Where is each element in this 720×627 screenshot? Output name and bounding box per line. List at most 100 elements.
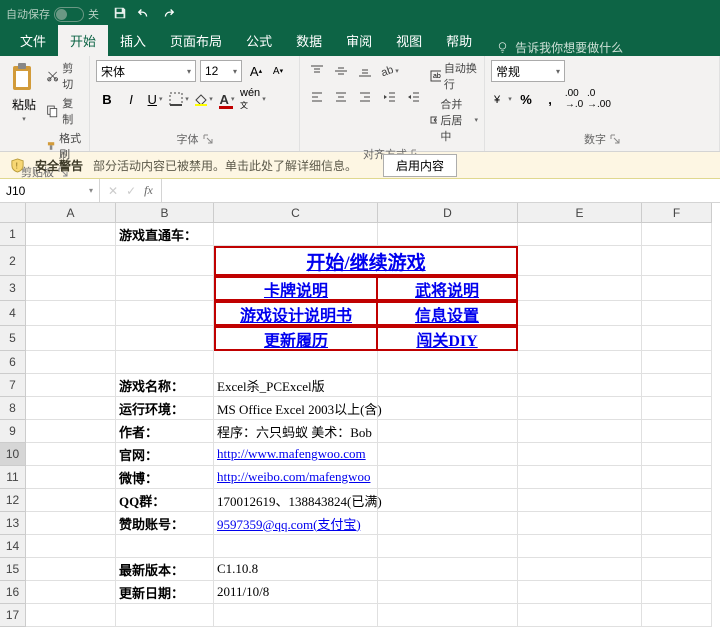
font-color-button[interactable]: A bbox=[216, 88, 238, 110]
cell[interactable]: 游戏直通车： bbox=[116, 223, 214, 246]
cell[interactable] bbox=[26, 276, 116, 301]
col-header[interactable]: E bbox=[518, 203, 642, 223]
cell[interactable]: 170012619、138843824(已满) bbox=[214, 489, 378, 512]
cell[interactable] bbox=[518, 276, 642, 301]
fill-color-button[interactable] bbox=[192, 88, 214, 110]
cell[interactable]: 官网： bbox=[116, 443, 214, 466]
tab-review[interactable]: 审阅 bbox=[334, 25, 384, 56]
cell[interactable] bbox=[642, 420, 712, 443]
cell[interactable]: 赞助账号： bbox=[116, 512, 214, 535]
cell[interactable]: 运行环境： bbox=[116, 397, 214, 420]
cell[interactable] bbox=[214, 223, 378, 246]
cell[interactable] bbox=[378, 351, 518, 374]
font-name-combo[interactable]: 宋体▾ bbox=[96, 60, 196, 82]
cell[interactable]: 更新日期： bbox=[116, 581, 214, 604]
increase-decimal-button[interactable]: .00→.0 bbox=[563, 88, 585, 110]
tab-view[interactable]: 视图 bbox=[384, 25, 434, 56]
cell[interactable] bbox=[116, 276, 214, 301]
col-header[interactable]: C bbox=[214, 203, 378, 223]
cell[interactable] bbox=[642, 223, 712, 246]
cell[interactable] bbox=[518, 397, 642, 420]
cell[interactable] bbox=[518, 466, 642, 489]
row-header[interactable]: 17 bbox=[0, 604, 26, 627]
cell[interactable] bbox=[378, 604, 518, 627]
cell[interactable] bbox=[642, 326, 712, 351]
tab-data[interactable]: 数据 bbox=[284, 25, 334, 56]
italic-button[interactable]: I bbox=[120, 88, 142, 110]
cell[interactable] bbox=[518, 604, 642, 627]
row-header[interactable]: 5 bbox=[0, 326, 26, 351]
underline-button[interactable]: U bbox=[144, 88, 166, 110]
row-header[interactable]: 1 bbox=[0, 223, 26, 246]
menu-general-info[interactable]: 武将说明 bbox=[378, 276, 518, 301]
cell-weibo-link[interactable]: http://weibo.com/mafengwoo bbox=[214, 466, 378, 489]
tab-formulas[interactable]: 公式 bbox=[234, 25, 284, 56]
cell[interactable] bbox=[26, 466, 116, 489]
tab-help[interactable]: 帮助 bbox=[434, 25, 484, 56]
cell[interactable] bbox=[26, 604, 116, 627]
decrease-indent-button[interactable] bbox=[378, 86, 400, 108]
cell[interactable] bbox=[26, 301, 116, 326]
cell[interactable] bbox=[26, 558, 116, 581]
cell[interactable] bbox=[642, 374, 712, 397]
cell[interactable]: 程序：六只蚂蚁 美术：Bob bbox=[214, 420, 378, 443]
cell[interactable] bbox=[214, 535, 378, 558]
cell[interactable] bbox=[378, 397, 518, 420]
cell[interactable] bbox=[26, 246, 116, 276]
menu-card-info[interactable]: 卡牌说明 bbox=[214, 276, 378, 301]
cell[interactable] bbox=[518, 581, 642, 604]
cell[interactable] bbox=[518, 301, 642, 326]
insert-function-button[interactable]: fx bbox=[144, 183, 153, 198]
decrease-decimal-button[interactable]: .0→.00 bbox=[587, 88, 611, 110]
cell[interactable] bbox=[642, 535, 712, 558]
cell[interactable] bbox=[518, 351, 642, 374]
cell[interactable] bbox=[518, 489, 642, 512]
cell[interactable] bbox=[518, 512, 642, 535]
shrink-font-button[interactable]: A▾ bbox=[268, 60, 288, 82]
cell[interactable] bbox=[518, 535, 642, 558]
align-top-button[interactable] bbox=[306, 60, 328, 82]
col-header[interactable]: A bbox=[26, 203, 116, 223]
row-header[interactable]: 9 bbox=[0, 420, 26, 443]
select-all-corner[interactable] bbox=[0, 203, 26, 223]
row-header[interactable]: 7 bbox=[0, 374, 26, 397]
menu-changelog[interactable]: 更新履历 bbox=[214, 326, 378, 351]
cell[interactable] bbox=[214, 351, 378, 374]
dialog-launcher-icon[interactable] bbox=[610, 134, 620, 144]
cell[interactable] bbox=[378, 420, 518, 443]
menu-start-game[interactable]: 开始/继续游戏 bbox=[214, 246, 518, 276]
cell[interactable] bbox=[26, 420, 116, 443]
cell[interactable] bbox=[642, 581, 712, 604]
wrap-text-button[interactable]: ab自动换行 bbox=[430, 60, 478, 92]
cell[interactable] bbox=[116, 326, 214, 351]
comma-button[interactable]: , bbox=[539, 88, 561, 110]
dialog-launcher-icon[interactable] bbox=[203, 134, 213, 144]
cell[interactable] bbox=[642, 512, 712, 535]
bold-button[interactable]: B bbox=[96, 88, 118, 110]
cell[interactable] bbox=[518, 420, 642, 443]
row-header[interactable]: 15 bbox=[0, 558, 26, 581]
cell[interactable] bbox=[642, 443, 712, 466]
cell[interactable] bbox=[26, 535, 116, 558]
tab-home[interactable]: 开始 bbox=[58, 25, 108, 56]
cell[interactable]: 微博： bbox=[116, 466, 214, 489]
row-header[interactable]: 14 bbox=[0, 535, 26, 558]
cell[interactable] bbox=[26, 443, 116, 466]
cell[interactable] bbox=[642, 301, 712, 326]
cell[interactable]: Excel杀_PCExcel版 bbox=[214, 374, 378, 397]
row-header[interactable]: 2 bbox=[0, 246, 26, 276]
save-icon[interactable] bbox=[113, 6, 127, 23]
row-header[interactable]: 4 bbox=[0, 301, 26, 326]
cell-donation-link[interactable]: 9597359@qq.com(支付宝) bbox=[214, 512, 378, 535]
cell[interactable]: 作者： bbox=[116, 420, 214, 443]
cell[interactable] bbox=[518, 374, 642, 397]
align-right-button[interactable] bbox=[354, 86, 376, 108]
cell[interactable]: C1.10.8 bbox=[214, 558, 378, 581]
cell[interactable] bbox=[518, 223, 642, 246]
col-header[interactable]: B bbox=[116, 203, 214, 223]
cell[interactable] bbox=[378, 489, 518, 512]
cell[interactable] bbox=[26, 397, 116, 420]
font-size-combo[interactable]: 12▾ bbox=[200, 60, 242, 82]
orientation-button[interactable]: ab bbox=[378, 60, 400, 82]
cell[interactable] bbox=[26, 489, 116, 512]
